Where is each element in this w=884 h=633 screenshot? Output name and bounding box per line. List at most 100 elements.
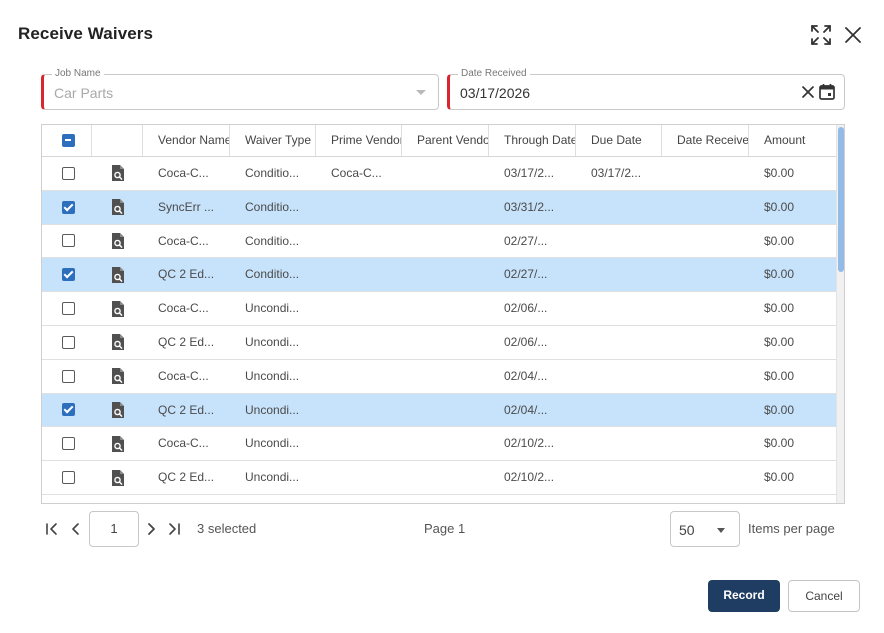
row-checkbox[interactable] xyxy=(62,369,75,383)
table-row[interactable]: Coca-C... Conditio... Coca-C... 03/17/2... 0… xyxy=(42,157,836,191)
cell-parent-vendor xyxy=(402,360,489,393)
cell-waiver-type: Uncondi... xyxy=(245,436,300,451)
table-row[interactable]: Coca-C... Conditio... 02/27/... $0.00 xyxy=(42,224,836,259)
job-name-value: Car Parts xyxy=(54,85,114,101)
cell-date-received xyxy=(662,326,749,359)
row-icon-cell xyxy=(92,157,143,190)
first-page-icon[interactable] xyxy=(44,521,60,537)
cell-amount: $0.00 xyxy=(764,267,795,282)
cell-parent-vendor xyxy=(402,191,489,224)
column-header-waiver-type[interactable]: Waiver Type xyxy=(230,125,316,156)
row-select-cell xyxy=(42,157,92,190)
table-row[interactable]: QC 2 Ed... Conditio... 02/27/... $0.00 xyxy=(42,258,836,293)
column-header-prime-vendor[interactable]: Prime Vendor xyxy=(316,125,402,156)
row-select-cell xyxy=(42,191,92,224)
record-button[interactable]: Record xyxy=(708,580,780,612)
cell-through-date: 02/27/... xyxy=(504,267,548,282)
row-checkbox[interactable] xyxy=(62,200,75,214)
cell-prime-vendor xyxy=(316,292,402,325)
close-icon[interactable] xyxy=(842,24,864,46)
cancel-button[interactable]: Cancel xyxy=(788,580,860,612)
column-header-through-date[interactable]: Through Date xyxy=(489,125,576,156)
table-row[interactable]: QC 2 Ed... Uncondi... 02/06/... $0.00 xyxy=(42,325,836,360)
cell-amount: $0.00 xyxy=(764,233,795,248)
cell-due-date xyxy=(576,326,662,359)
column-header-amount[interactable]: Amount xyxy=(749,125,836,156)
column-header-due-date[interactable]: Due Date xyxy=(576,125,662,156)
clear-icon[interactable] xyxy=(800,84,816,100)
job-name-field[interactable]: Job Name Car Parts xyxy=(41,68,439,110)
cell-waiver-type: Conditio... xyxy=(245,267,300,282)
cell-due-date xyxy=(576,225,662,258)
cell-prime-vendor xyxy=(316,258,402,291)
row-checkbox[interactable] xyxy=(62,234,75,248)
document-search-icon[interactable] xyxy=(110,401,126,419)
header-select-all xyxy=(42,125,92,156)
last-page-icon[interactable] xyxy=(166,521,182,537)
row-select-cell xyxy=(42,326,92,359)
scrollbar-thumb[interactable] xyxy=(838,127,844,272)
document-search-icon[interactable] xyxy=(110,469,126,487)
column-header-vendor-name[interactable]: Vendor Name xyxy=(143,125,230,156)
cell-prime-vendor xyxy=(316,427,402,460)
document-search-icon[interactable] xyxy=(110,300,126,318)
row-icon-cell xyxy=(92,461,143,494)
document-search-icon[interactable] xyxy=(110,164,126,182)
cell-amount: $0.00 xyxy=(764,166,795,180)
column-header-date-received[interactable]: Date Received xyxy=(662,125,749,156)
cell-prime-vendor xyxy=(316,461,402,494)
table-row[interactable]: SyncErr ... Conditio... 03/31/2... $0.00 xyxy=(42,190,836,225)
cell-vendor-name: QC 2 Ed... xyxy=(158,402,215,417)
expand-icon[interactable] xyxy=(810,24,832,46)
row-icon-cell xyxy=(92,394,143,427)
row-checkbox[interactable] xyxy=(62,403,75,417)
row-select-cell xyxy=(42,461,92,494)
row-icon-cell xyxy=(92,427,143,460)
row-checkbox[interactable] xyxy=(62,437,75,451)
chevron-down-icon[interactable] xyxy=(416,90,426,95)
cell-through-date: 02/04/... xyxy=(504,368,548,383)
table-row[interactable]: Coca-C... Uncondi... 02/04/... $0.00 xyxy=(42,359,836,394)
row-icon-cell xyxy=(92,225,143,258)
document-search-icon[interactable] xyxy=(110,232,126,250)
table-row[interactable]: QC 2 Ed... Uncondi... 02/04/... $0.00 xyxy=(42,393,836,428)
column-header-parent-vendor[interactable]: Parent Vendor xyxy=(402,125,489,156)
cell-parent-vendor xyxy=(402,157,489,190)
cell-due-date xyxy=(576,292,662,325)
cell-prime-vendor xyxy=(316,326,402,359)
cell-through-date: 02/06/... xyxy=(504,301,548,316)
cell-due-date xyxy=(576,461,662,494)
cell-vendor-name: Coca-C... xyxy=(158,368,209,383)
row-checkbox[interactable] xyxy=(62,302,75,316)
row-checkbox[interactable] xyxy=(62,166,75,180)
vertical-scrollbar[interactable] xyxy=(836,125,844,503)
document-search-icon[interactable] xyxy=(110,435,126,453)
cell-vendor-name: Coca-C... xyxy=(158,436,209,451)
items-per-page-select[interactable]: 50 xyxy=(670,511,740,547)
document-search-icon[interactable] xyxy=(110,198,126,216)
table-row[interactable]: Coca-C... Uncondi... 02/06/... $0.00 xyxy=(42,292,836,326)
calendar-icon[interactable] xyxy=(818,83,836,101)
table-row[interactable]: Coca-C... Uncondi... 02/10/2... $0.00 xyxy=(42,427,836,462)
document-search-icon[interactable] xyxy=(110,333,126,351)
row-checkbox[interactable] xyxy=(62,471,75,485)
document-search-icon[interactable] xyxy=(110,266,126,284)
cell-vendor-name: QC 2 Ed... xyxy=(158,470,215,485)
date-received-field[interactable]: Date Received 03/17/2026 xyxy=(447,68,845,110)
cell-amount: $0.00 xyxy=(764,402,795,417)
table-row[interactable]: QC 2 Ed... Uncondi... 02/10/2... $0.00 xyxy=(42,461,836,495)
row-checkbox[interactable] xyxy=(62,268,75,282)
selected-count: 3 selected xyxy=(197,521,257,536)
document-search-icon[interactable] xyxy=(110,367,126,385)
cell-date-received xyxy=(662,394,749,427)
row-checkbox[interactable] xyxy=(62,335,75,349)
next-page-icon[interactable] xyxy=(143,521,159,537)
cell-prime-vendor xyxy=(316,360,402,393)
previous-page-icon[interactable] xyxy=(68,521,84,537)
chevron-down-icon xyxy=(717,528,725,533)
cell-waiver-type: Uncondi... xyxy=(245,402,300,417)
date-received-value[interactable]: 03/17/2026 xyxy=(460,85,530,101)
cell-vendor-name: Coca-C... xyxy=(158,301,209,316)
select-all-checkbox[interactable] xyxy=(62,134,75,147)
page-number-input[interactable]: 1 xyxy=(89,511,139,547)
